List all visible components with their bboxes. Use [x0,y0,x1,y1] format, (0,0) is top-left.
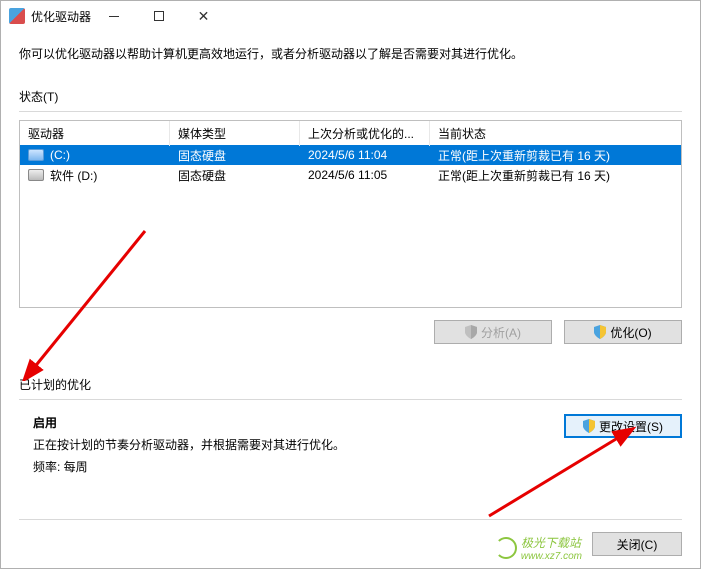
footer: 关闭(C) [592,532,682,556]
minimize-icon [109,16,119,17]
divider [19,111,682,112]
drive-list-header: 驱动器 媒体类型 上次分析或优化的... 当前状态 [20,121,681,145]
drive-state: 正常(距上次重新剪裁已有 16 天) [430,165,681,186]
drive-media: 固态硬盘 [170,165,300,186]
shield-icon [465,325,477,339]
status-label: 状态(T) [19,88,682,105]
schedule-info: 启用 正在按计划的节奏分析驱动器，并根据需要对其进行优化。 频率: 每周 [33,414,564,480]
drive-last: 2024/5/6 11:04 [300,146,430,164]
maximize-icon [154,11,164,21]
header-state[interactable]: 当前状态 [430,121,681,146]
content-area: 你可以优化驱动器以帮助计算机更高效地运行，或者分析驱动器以了解是否需要对其进行优… [1,31,700,480]
analyze-button: 分析(A) [434,320,552,344]
header-media[interactable]: 媒体类型 [170,121,300,146]
action-buttons: 分析(A) 优化(O) [19,320,682,344]
footer-divider [19,519,682,520]
change-settings-button[interactable]: 更改设置(S) [564,414,682,438]
change-settings-label: 更改设置(S) [599,418,663,435]
schedule-frequency: 频率: 每周 [33,458,564,476]
watermark-icon [495,537,517,559]
schedule-label: 已计划的优化 [19,376,682,393]
optimize-button[interactable]: 优化(O) [564,320,682,344]
watermark-sub: www.xz7.com [521,551,582,562]
table-row[interactable]: 软件 (D:) 固态硬盘 2024/5/6 11:05 正常(距上次重新剪裁已有… [20,165,681,185]
schedule-description: 正在按计划的节奏分析驱动器，并根据需要对其进行优化。 [33,436,564,454]
drive-name: (C:) [50,148,70,162]
drive-media: 固态硬盘 [170,145,300,166]
analyze-label: 分析(A) [481,324,521,341]
watermark: 极光下载站 www.xz7.com [495,534,582,562]
divider [19,399,682,400]
shield-icon [583,419,595,433]
close-icon: ✕ [198,9,210,23]
maximize-button[interactable] [136,1,181,31]
drive-icon [28,169,44,181]
close-button[interactable]: ✕ [181,1,226,31]
close-label: 关闭(C) [617,536,658,553]
titlebar: 优化驱动器 ✕ [1,1,700,31]
schedule-enabled-title: 启用 [33,414,564,432]
minimize-button[interactable] [91,1,136,31]
app-icon [9,8,25,24]
drive-name: 软件 (D:) [50,167,97,184]
drive-list[interactable]: 驱动器 媒体类型 上次分析或优化的... 当前状态 (C:) 固态硬盘 2024… [19,120,682,308]
window-title: 优化驱动器 [31,8,91,25]
header-last[interactable]: 上次分析或优化的... [300,121,430,146]
close-dialog-button[interactable]: 关闭(C) [592,532,682,556]
watermark-main: 极光下载站 [521,536,581,550]
schedule-section: 已计划的优化 启用 正在按计划的节奏分析驱动器，并根据需要对其进行优化。 频率:… [19,376,682,480]
table-row[interactable]: (C:) 固态硬盘 2024/5/6 11:04 正常(距上次重新剪裁已有 16… [20,145,681,165]
header-drive[interactable]: 驱动器 [20,121,170,146]
drive-state: 正常(距上次重新剪裁已有 16 天) [430,145,681,166]
shield-icon [594,325,606,339]
drive-icon [28,149,44,161]
drive-last: 2024/5/6 11:05 [300,166,430,184]
intro-text: 你可以优化驱动器以帮助计算机更高效地运行，或者分析驱动器以了解是否需要对其进行优… [19,45,682,62]
optimize-label: 优化(O) [610,324,651,341]
